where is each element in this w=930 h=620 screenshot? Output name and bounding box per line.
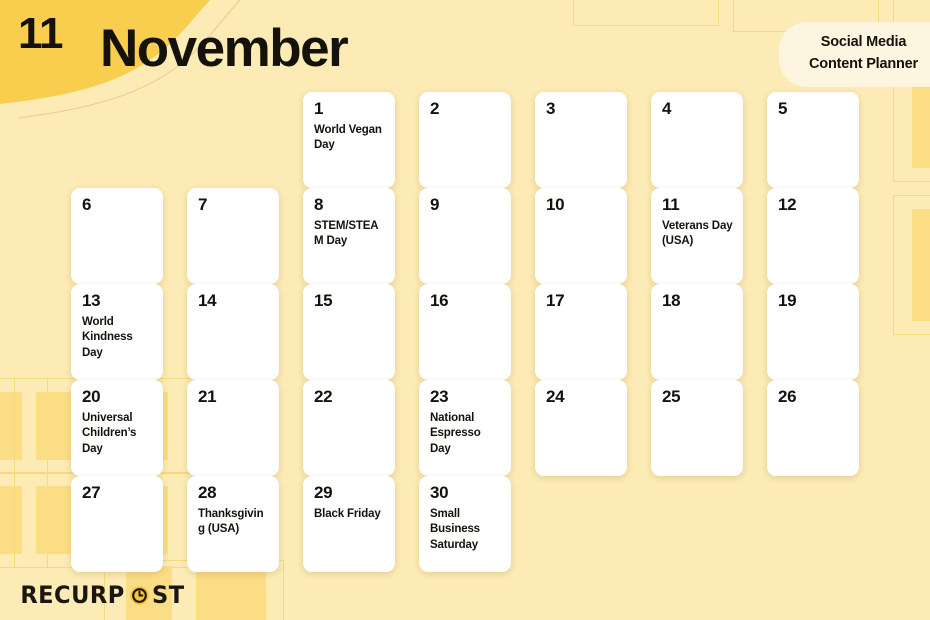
day-event-label: World Vegan Day bbox=[314, 124, 382, 152]
day-number: 5 bbox=[778, 99, 788, 118]
day-number: 1 bbox=[314, 99, 324, 118]
day-number: 24 bbox=[546, 387, 565, 406]
calendar-day-cell[interactable]: 6 bbox=[71, 188, 163, 284]
calendar-day-cell[interactable]: 10 bbox=[535, 188, 627, 284]
calendar-day-cell[interactable]: 15 bbox=[303, 284, 395, 380]
day-number: 19 bbox=[778, 291, 797, 310]
day-event-label: World Kindness Day bbox=[82, 316, 133, 359]
calendar-day-cell[interactable]: 8 STEM/STEAM Day bbox=[303, 188, 395, 284]
calendar-day-cell[interactable]: 14 bbox=[187, 284, 279, 380]
month-number: 11 bbox=[18, 9, 64, 58]
calendar-cell-empty bbox=[187, 92, 279, 188]
calendar-day-cell[interactable]: 4 bbox=[651, 92, 743, 188]
day-number: 3 bbox=[546, 99, 556, 118]
calendar-day-cell[interactable]: 5 bbox=[767, 92, 859, 188]
calendar-day-cell[interactable]: 29 Black Friday bbox=[303, 476, 395, 572]
day-number: 4 bbox=[662, 99, 672, 118]
day-number: 12 bbox=[778, 195, 797, 214]
day-number: 7 bbox=[198, 195, 208, 214]
calendar-day-cell[interactable]: 13 World Kindness Day bbox=[71, 284, 163, 380]
day-number: 18 bbox=[662, 291, 681, 310]
calendar-day-cell[interactable]: 28 Thanksgiving (USA) bbox=[187, 476, 279, 572]
day-event-label: STEM/STEAM Day bbox=[314, 220, 379, 248]
day-event-label: Small Business Saturday bbox=[430, 508, 480, 551]
calendar-cell-empty bbox=[71, 92, 163, 188]
calendar-day-cell[interactable]: 19 bbox=[767, 284, 859, 380]
calendar-day-cell[interactable]: 22 bbox=[303, 380, 395, 476]
day-number: 15 bbox=[314, 291, 333, 310]
calendar-day-cell[interactable]: 24 bbox=[535, 380, 627, 476]
calendar-day-cell[interactable]: 16 bbox=[419, 284, 511, 380]
day-event-label: National Espresso Day bbox=[430, 412, 481, 455]
day-number: 14 bbox=[198, 291, 217, 310]
day-number: 9 bbox=[430, 195, 440, 214]
calendar-day-cell[interactable]: 18 bbox=[651, 284, 743, 380]
logo-text-part2: ST bbox=[152, 581, 185, 609]
day-number: 29 bbox=[314, 483, 333, 502]
calendar-day-cell[interactable]: 25 bbox=[651, 380, 743, 476]
day-number: 8 bbox=[314, 195, 324, 214]
day-number: 25 bbox=[662, 387, 681, 406]
day-number: 30 bbox=[430, 483, 449, 502]
day-number: 21 bbox=[198, 387, 217, 406]
calendar-day-cell[interactable]: 9 bbox=[419, 188, 511, 284]
calendar-day-cell[interactable]: 12 bbox=[767, 188, 859, 284]
day-event-label: Thanksgiving (USA) bbox=[198, 508, 264, 536]
day-number: 22 bbox=[314, 387, 333, 406]
calendar-day-cell[interactable]: 30 Small Business Saturday bbox=[419, 476, 511, 572]
calendar-day-cell[interactable]: 1 World Vegan Day bbox=[303, 92, 395, 188]
day-number: 27 bbox=[82, 483, 101, 502]
clock-icon bbox=[130, 585, 149, 605]
day-number: 20 bbox=[82, 387, 101, 406]
calendar-day-cell[interactable]: 7 bbox=[187, 188, 279, 284]
planner-badge-line1: Social Media bbox=[820, 34, 907, 50]
page-title: November bbox=[100, 19, 349, 78]
day-number: 13 bbox=[82, 291, 101, 310]
calendar-day-cell[interactable]: 11 Veterans Day (USA) bbox=[651, 188, 743, 284]
calendar-day-cell[interactable]: 27 bbox=[71, 476, 163, 572]
day-number: 11 bbox=[662, 195, 680, 214]
calendar-day-cell[interactable]: 20 Universal Children’s Day bbox=[71, 380, 163, 476]
calendar-grid: 1 World Vegan Day 2 3 4 5 6 7 8 STEM/STEAM Day 9 10… bbox=[71, 92, 883, 572]
calendar-day-cell[interactable]: 23 National Espresso Day bbox=[419, 380, 511, 476]
calendar-day-cell[interactable]: 3 bbox=[535, 92, 627, 188]
logo-text-part1: RECURP bbox=[20, 581, 125, 609]
day-number: 28 bbox=[198, 483, 217, 502]
day-number: 6 bbox=[82, 195, 92, 214]
day-number: 26 bbox=[778, 387, 797, 406]
planner-badge: Social Media Content Planner bbox=[779, 22, 930, 87]
day-event-label: Veterans Day (USA) bbox=[662, 220, 733, 248]
day-number: 10 bbox=[546, 195, 565, 214]
calendar-day-cell[interactable]: 26 bbox=[767, 380, 859, 476]
calendar-day-cell[interactable]: 2 bbox=[419, 92, 511, 188]
day-number: 16 bbox=[430, 291, 449, 310]
calendar-day-cell[interactable]: 21 bbox=[187, 380, 279, 476]
day-number: 17 bbox=[546, 291, 565, 310]
decor-block bbox=[912, 209, 930, 321]
day-number: 23 bbox=[430, 387, 449, 406]
day-event-label: Black Friday bbox=[314, 508, 381, 520]
recurpost-logo: RECURP ST bbox=[17, 583, 186, 607]
day-event-label: Universal Children’s Day bbox=[82, 412, 137, 455]
day-number: 2 bbox=[430, 99, 440, 118]
calendar-day-cell[interactable]: 17 bbox=[535, 284, 627, 380]
planner-badge-line2: Content Planner bbox=[809, 56, 918, 73]
